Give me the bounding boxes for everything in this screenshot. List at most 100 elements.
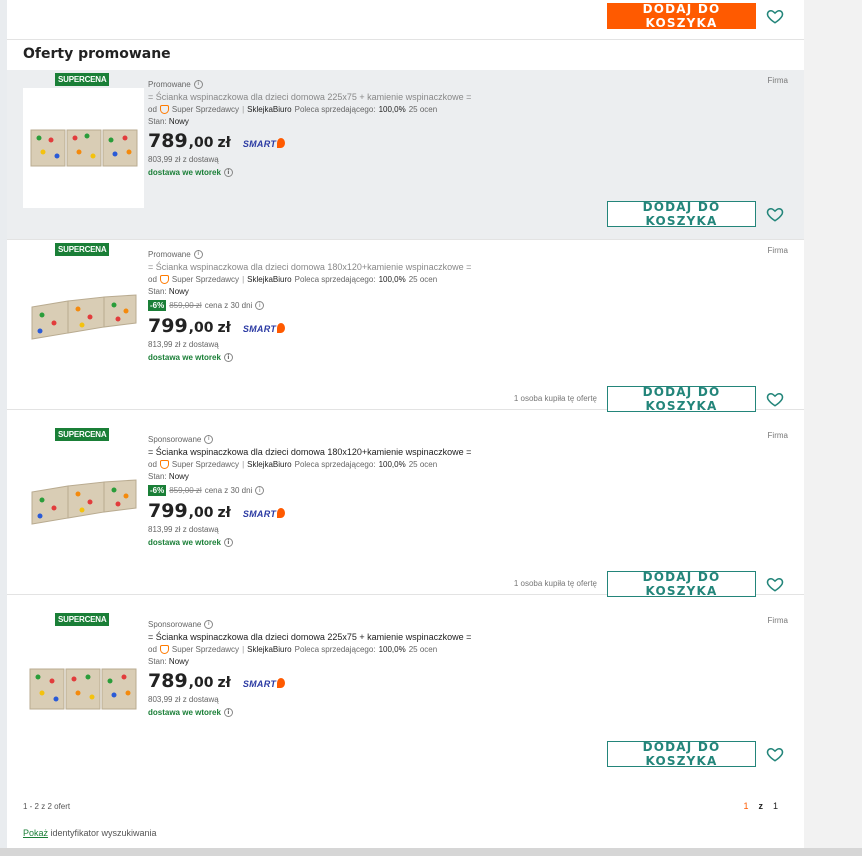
promo-label: Promowane i — [148, 79, 588, 89]
climbing-wall-image — [31, 294, 136, 340]
seller-name[interactable]: SklejkaBiuro — [247, 105, 291, 114]
seller-type: Firma — [767, 431, 788, 440]
supercena-badge: SUPERCENA — [55, 428, 110, 441]
product-image[interactable] — [23, 628, 144, 748]
discount-row: -6% 859,00 zł cena z 30 dni i — [148, 300, 588, 311]
info-icon[interactable]: i — [223, 538, 233, 547]
previous-offer-footer: DODAJ DO KOSZYKA — [7, 0, 804, 40]
seller-type: Firma — [767, 246, 788, 255]
condition: Stan: Nowy — [148, 117, 189, 126]
product-image[interactable] — [23, 443, 144, 563]
offer-info: Promowane i = Ścianka wspinaczkowa dla dz… — [148, 79, 588, 177]
price-with-delivery: 813,99 zł z dostawą — [148, 340, 219, 349]
super-seller-shield-icon — [159, 645, 169, 654]
climbing-wall-image — [30, 129, 137, 167]
offer-title[interactable]: = Ścianka wspinaczkowa dla dzieci domowa… — [148, 262, 588, 272]
delivery-info: dostawa we wtorek i — [148, 353, 588, 362]
purchase-count: 1 osoba kupiła tę ofertę — [513, 579, 597, 588]
info-icon[interactable]: i — [223, 168, 233, 177]
old-price: 859,00 zł — [169, 301, 202, 310]
product-image[interactable] — [23, 88, 144, 208]
supercena-badge: SUPERCENA — [55, 73, 110, 86]
add-to-cart-button[interactable]: DODAJ DO KOSZYKA — [607, 385, 756, 413]
discount-row: -6% 859,00 zł cena z 30 dni i — [148, 485, 588, 496]
product-image[interactable] — [23, 258, 144, 378]
search-identifier: Pokaż identyfikator wyszukiwania — [23, 828, 157, 838]
info-icon[interactable]: i — [193, 79, 203, 89]
supercena-badge: SUPERCENA — [55, 613, 110, 626]
super-seller-shield-icon — [159, 460, 169, 469]
offer-card[interactable]: SUPERCENA Firma Sponsorowane i = Ścianka … — [7, 610, 804, 780]
climbing-wall-image — [29, 668, 136, 710]
offer-title[interactable]: = Ścianka wspinaczkowa dla dzieci domowa… — [148, 632, 588, 642]
current-page[interactable]: 1 — [743, 801, 748, 811]
offer-info: Sponsorowane i = Ścianka wspinaczkowa dla… — [148, 434, 588, 547]
seller-row: od Super Sprzedawcy | SklejkaBiuro Poleca s… — [148, 460, 438, 469]
heart-icon[interactable] — [765, 574, 785, 594]
super-seller-shield-icon — [159, 105, 169, 114]
discount-badge: -6% — [148, 300, 167, 311]
condition: Stan: Nowy — [148, 472, 189, 481]
info-icon[interactable]: i — [204, 619, 214, 629]
price: 799,00 zł SMART — [148, 315, 588, 337]
discount-badge: -6% — [148, 485, 167, 496]
promo-label: Sponsorowane i — [148, 434, 588, 444]
smart-logo: SMART — [243, 323, 286, 334]
smart-logo: SMART — [243, 138, 286, 149]
offer-title[interactable]: = Ścianka wspinaczkowa dla dzieci domowa… — [148, 92, 588, 102]
price-with-delivery: 803,99 zł z dostawą — [148, 695, 219, 704]
seller-name[interactable]: SklejkaBiuro — [247, 645, 291, 654]
purchase-count: 1 osoba kupiła tę ofertę — [513, 394, 597, 403]
delivery-info: dostawa we wtorek i — [148, 708, 588, 717]
price: 799,00 zł SMART — [148, 500, 588, 522]
heart-icon[interactable] — [765, 389, 785, 409]
seller-row: od Super Sprzedawcy | SklejkaBiuro Poleca s… — [148, 645, 438, 654]
add-to-cart-button[interactable]: DODAJ DO KOSZYKA — [607, 570, 756, 598]
seller-type: Firma — [767, 76, 788, 85]
info-icon[interactable]: i — [255, 301, 265, 310]
horizontal-scrollbar[interactable] — [0, 848, 862, 856]
show-identifier-link[interactable]: Pokaż — [23, 828, 48, 838]
add-to-cart-button[interactable]: DODAJ DO KOSZYKA — [607, 2, 756, 30]
listing-page: DODAJ DO KOSZYKA Oferty promowane SUPERC… — [7, 0, 804, 856]
heart-icon[interactable] — [765, 204, 785, 224]
offer-card[interactable]: SUPERCENA Firma Sponsorowane i = Ścianka … — [7, 425, 804, 598]
seller-name[interactable]: SklejkaBiuro — [247, 460, 291, 469]
total-pages[interactable]: 1 — [773, 801, 778, 811]
offer-title[interactable]: = Ścianka wspinaczkowa dla dzieci domowa… — [148, 447, 588, 457]
offer-count: 1 - 2 z 2 ofert — [23, 802, 71, 811]
seller-row: od Super Sprzedawcy | SklejkaBiuro Poleca s… — [148, 105, 438, 114]
add-to-cart-button[interactable]: DODAJ DO KOSZYKA — [607, 200, 756, 228]
heart-icon[interactable] — [765, 6, 785, 26]
info-icon[interactable]: i — [223, 708, 233, 717]
offer-card[interactable]: SUPERCENA Firma Promowane i = Ścianka wsp… — [7, 240, 804, 413]
delivery-info: dostawa we wtorek i — [148, 168, 588, 177]
climbing-wall-image — [31, 479, 136, 525]
add-to-cart-button[interactable]: DODAJ DO KOSZYKA — [607, 740, 756, 768]
price-with-delivery: 813,99 zł z dostawą — [148, 525, 219, 534]
info-icon[interactable]: i — [193, 249, 203, 259]
pagination-bar: 1 - 2 z 2 ofert 1 z 1 Pokaż identyfikato… — [7, 779, 804, 856]
info-icon[interactable]: i — [204, 434, 214, 444]
heart-icon[interactable] — [765, 744, 785, 764]
info-icon[interactable]: i — [223, 353, 233, 362]
seller-row: od Super Sprzedawcy | SklejkaBiuro Poleca s… — [148, 275, 438, 284]
super-seller-shield-icon — [159, 275, 169, 284]
offer-info: Sponsorowane i = Ścianka wspinaczkowa dla… — [148, 619, 588, 717]
section-title: Oferty promowane — [23, 46, 171, 62]
promo-label: Promowane i — [148, 249, 588, 259]
offer-card[interactable]: SUPERCENA Firma Promowane i = Ścianka wsp… — [7, 70, 804, 240]
page-gutter — [804, 0, 862, 856]
price: 789,00 zł SMART — [148, 670, 588, 692]
smart-logo: SMART — [243, 508, 286, 519]
promo-label: Sponsorowane i — [148, 619, 588, 629]
info-icon[interactable]: i — [255, 486, 265, 495]
supercena-badge: SUPERCENA — [55, 243, 110, 256]
condition: Stan: Nowy — [148, 287, 189, 296]
smart-logo: SMART — [243, 678, 286, 689]
price-with-delivery: 803,99 zł z dostawą — [148, 155, 219, 164]
pagination: 1 z 1 — [743, 801, 778, 811]
seller-name[interactable]: SklejkaBiuro — [247, 275, 291, 284]
delivery-info: dostawa we wtorek i — [148, 538, 588, 547]
offer-info: Promowane i = Ścianka wspinaczkowa dla dz… — [148, 249, 588, 362]
